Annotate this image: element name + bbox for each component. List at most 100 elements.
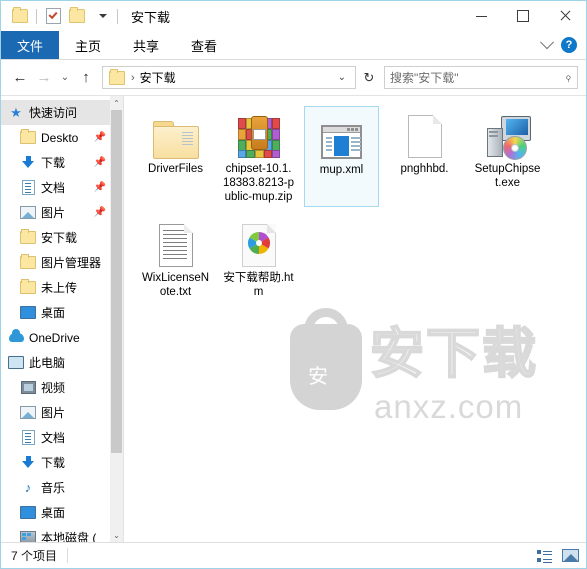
xml-file-icon [321, 111, 362, 159]
properties-icon[interactable] [42, 5, 64, 27]
file-name: DriverFiles [148, 163, 203, 175]
sidebar-item-desktop-qa[interactable]: Deskto 📌 [1, 125, 110, 150]
sidebar-item-label: 安下载 [41, 231, 78, 245]
back-button[interactable]: ← [9, 66, 31, 90]
sidebar-item-downloads[interactable]: 下载 [1, 450, 110, 475]
sidebar-item-music[interactable]: ♪ 音乐 [1, 475, 110, 500]
scrollbar-thumb[interactable] [111, 110, 122, 453]
sidebar-item-videos[interactable]: 视频 [1, 375, 110, 400]
sidebar-item-label: 本地磁盘 ( [41, 531, 97, 542]
up-button[interactable]: ↑ [75, 66, 97, 90]
pin-icon[interactable]: 📌 [94, 182, 110, 193]
sidebar-item-anxiazai[interactable]: 安下载 [1, 225, 110, 250]
text-file-icon [158, 219, 193, 267]
status-bar: 7 个项目 [1, 542, 586, 568]
customize-dropdown-icon[interactable] [90, 5, 112, 27]
pin-icon[interactable]: 📌 [94, 207, 110, 218]
forward-button[interactable]: → [33, 66, 55, 90]
folder-icon [19, 254, 37, 269]
document-icon [19, 430, 37, 445]
sidebar-item-documents-qa[interactable]: 文档 📌 [1, 175, 110, 200]
sidebar-item-pictures-qa[interactable]: 图片 📌 [1, 200, 110, 225]
status-divider [67, 548, 69, 563]
close-button[interactable] [544, 1, 586, 31]
folder-icon [19, 129, 37, 144]
breadcrumb-path[interactable]: 安下载 [140, 69, 176, 86]
file-name: SetupChipset.exe [474, 163, 541, 189]
sidebar-item-label: 下载 [41, 156, 66, 170]
list-item[interactable]: pnghhbd. [387, 106, 462, 207]
video-icon [19, 381, 37, 394]
sidebar-item-local-disk[interactable]: 本地磁盘 ( [1, 525, 110, 542]
sidebar-item-label: 下载 [41, 456, 66, 470]
tab-share[interactable]: 共享 [117, 31, 175, 59]
recent-locations-icon[interactable]: ⌄ [57, 66, 73, 90]
sidebar-item-label: 图片 [41, 206, 66, 220]
download-icon [19, 156, 37, 169]
download-icon [19, 456, 37, 469]
sidebar-item-label: 图片管理器 [41, 256, 102, 270]
list-item[interactable]: DriverFiles [138, 106, 213, 207]
watermark-shield-icon [290, 324, 362, 410]
list-item[interactable]: chipset-10.1.18383.8213-public-mup.zip [221, 106, 296, 207]
explorer-body: ★ 快速访问 Deskto 📌 下载 📌 文档 📌 图片 📌 安下载 图片管理器… [1, 96, 586, 542]
list-item[interactable]: WixLicenseNote.txt [138, 215, 213, 302]
sidebar-item-quick-access[interactable]: ★ 快速访问 [1, 100, 110, 125]
sidebar-item-label: 未上传 [41, 281, 78, 295]
search-input[interactable]: 搜索"安下载" ⌕ [384, 66, 578, 89]
ribbon-right-controls: ? [539, 31, 586, 59]
sidebar-item-label: Deskto [41, 130, 79, 145]
chevron-down-icon[interactable] [539, 35, 555, 50]
setup-executable-icon [485, 110, 531, 160]
list-item[interactable]: SetupChipset.exe [470, 106, 545, 207]
sidebar-item-label: 此电脑 [29, 356, 66, 370]
sidebar-item-picture-manager[interactable]: 图片管理器 [1, 250, 110, 275]
new-folder-icon[interactable] [66, 5, 88, 27]
breadcrumb[interactable]: › 安下载 ⌄ [102, 66, 356, 89]
scroll-down-icon[interactable]: ⌄ [110, 528, 123, 542]
sidebar-item-documents[interactable]: 文档 [1, 425, 110, 450]
maximize-button[interactable] [502, 1, 544, 31]
breadcrumb-folder-icon [109, 68, 125, 85]
list-item[interactable]: 安下载帮助.htm [221, 215, 296, 302]
watermark-url: anxz.com [374, 388, 524, 425]
disk-icon [19, 531, 37, 542]
folder-icon [19, 279, 37, 294]
sidebar-item-not-uploaded[interactable]: 未上传 [1, 275, 110, 300]
large-icons-view-icon[interactable] [560, 547, 580, 565]
sidebar-item-desktop-qa2[interactable]: 桌面 [1, 300, 110, 325]
html-file-icon [241, 219, 276, 267]
sidebar-item-desktop[interactable]: 桌面 [1, 500, 110, 525]
sidebar-item-label: 文档 [41, 431, 66, 445]
tab-view[interactable]: 查看 [175, 31, 233, 59]
window-controls [460, 1, 586, 31]
scroll-up-icon[interactable]: ⌃ [110, 96, 123, 110]
details-view-icon[interactable] [534, 547, 554, 565]
breadcrumb-separator: › [131, 71, 135, 84]
desktop-icon [19, 506, 37, 519]
pin-icon[interactable]: 📌 [94, 157, 110, 168]
file-name: mup.xml [319, 164, 364, 176]
sidebar-item-label: 桌面 [41, 506, 66, 520]
list-item[interactable]: mup.xml [304, 106, 379, 207]
tab-home[interactable]: 主页 [59, 31, 117, 59]
sidebar-item-this-pc[interactable]: 此电脑 [1, 350, 110, 375]
scrollbar-track[interactable] [110, 110, 123, 528]
refresh-icon[interactable]: ↻ [358, 66, 380, 89]
qat-divider-1 [36, 8, 37, 24]
tab-file[interactable]: 文件 [1, 31, 60, 59]
document-icon [19, 180, 37, 195]
window-title: 安下载 [131, 9, 171, 25]
folder-icon[interactable] [9, 5, 31, 27]
file-name: pnghhbd. [400, 163, 449, 175]
desktop-icon [19, 306, 37, 319]
file-list-pane[interactable]: DriverFiles chipset-10.1.18383.8213-publ… [124, 96, 586, 542]
sidebar-item-onedrive[interactable]: OneDrive [1, 325, 110, 350]
sidebar-item-pictures[interactable]: 图片 [1, 400, 110, 425]
sidebar-item-downloads-qa[interactable]: 下载 📌 [1, 150, 110, 175]
help-icon[interactable]: ? [561, 37, 577, 53]
navigation-scrollbar[interactable]: ⌃ ⌄ [110, 96, 124, 542]
pin-icon[interactable]: 📌 [94, 132, 110, 143]
breadcrumb-dropdown-icon[interactable]: ⌄ [333, 72, 351, 83]
minimize-button[interactable] [460, 1, 502, 31]
